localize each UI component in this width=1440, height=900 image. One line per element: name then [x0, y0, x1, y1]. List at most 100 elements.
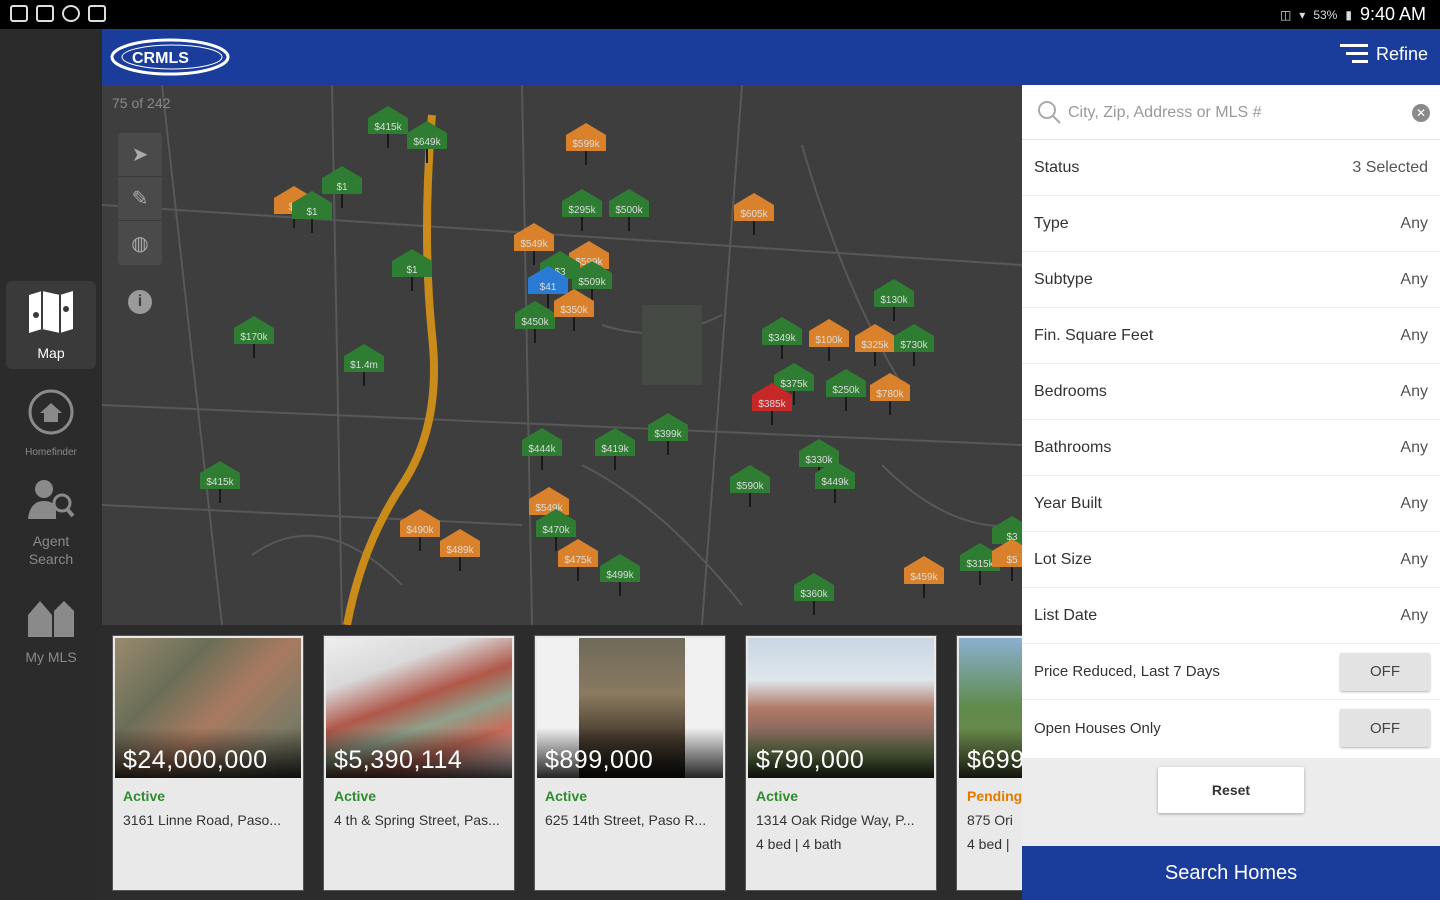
listing-status: Active — [756, 788, 799, 804]
nav-label-homefinder: Homefinder — [25, 447, 77, 458]
price-reduced-toggle[interactable]: OFF — [1340, 652, 1430, 691]
map-pin[interactable]: $5 — [992, 539, 1022, 581]
map-pin[interactable]: $500k — [609, 189, 649, 231]
map-icon — [29, 291, 73, 333]
filter-status[interactable]: Status 3 Selected — [1022, 140, 1440, 196]
filter-label: Lot Size — [1034, 550, 1092, 568]
map-pin[interactable]: $475k — [558, 539, 598, 581]
map-pin-label: $450k — [521, 317, 549, 328]
filter-value: 3 Selected — [1352, 158, 1428, 176]
map-pin[interactable]: $360k — [794, 573, 834, 615]
map-pin[interactable]: $590k — [730, 465, 770, 507]
listing-card[interactable]: $5,390,114 Active 4 th & Spring Street, … — [323, 635, 515, 891]
listing-status: Active — [123, 788, 166, 804]
listing-card[interactable]: $790,000 Active 1314 Oak Ridge Way, P...… — [745, 635, 937, 891]
filter-value: Any — [1400, 326, 1428, 344]
map-pin[interactable]: $499k — [600, 554, 640, 596]
map-pin[interactable]: $130k — [874, 279, 914, 321]
nav-label-my-mls: My MLS — [25, 649, 77, 665]
map-pin-label: $509k — [578, 277, 606, 288]
map-pin-label: $385k — [758, 399, 786, 410]
map-pin[interactable]: $1.4m — [344, 344, 384, 386]
map-pin[interactable]: $419k — [595, 428, 635, 470]
map-pin[interactable]: $449k — [815, 461, 855, 503]
clear-search-button[interactable]: ✕ — [1412, 104, 1430, 122]
filter-square-feet[interactable]: Fin. Square Feet Any — [1022, 308, 1440, 364]
listing-carousel[interactable]: $24,000,000 Active 3161 Linne Road, Paso… — [102, 625, 1022, 900]
nfc-icon: ◫ — [1279, 7, 1292, 22]
listing-card[interactable]: $24,000,000 Active 3161 Linne Road, Paso… — [112, 635, 304, 891]
filter-value: Any — [1400, 550, 1428, 568]
map-pin[interactable]: $649k — [407, 121, 447, 163]
map-pin[interactable]: $170k — [234, 316, 274, 358]
listing-price: $899,000 — [545, 746, 654, 774]
search-homes-button[interactable]: Search Homes — [1022, 846, 1440, 900]
map-layers-button[interactable]: ◍ — [118, 221, 162, 265]
reset-area: Reset — [1022, 758, 1440, 846]
filter-subtype[interactable]: Subtype Any — [1022, 252, 1440, 308]
nav-item-map[interactable]: Map — [6, 281, 96, 369]
map-pin-label: $1 — [306, 207, 318, 218]
nav-item-homefinder[interactable]: Homefinder — [6, 381, 96, 461]
system-status-bar: ◫ ▾ 53% ▮ 9:40 AM — [0, 0, 1440, 29]
filter-list-date[interactable]: List Date Any — [1022, 588, 1440, 644]
map-canvas[interactable]: $415k $599k $649k $1 $1 $1 $295k $500k $605k $549… — [102, 85, 1022, 625]
map-pin-label: $1 — [406, 265, 418, 276]
map-pin[interactable]: $399k — [648, 413, 688, 455]
listing-status: Active — [334, 788, 377, 804]
refine-button[interactable]: Refine — [1339, 43, 1428, 65]
map-pin-label: $605k — [740, 209, 768, 220]
battery-icon: ▮ — [1345, 7, 1352, 22]
map-pin[interactable]: $780k — [870, 373, 910, 415]
draw-button[interactable]: ✎ — [118, 177, 162, 221]
map-pin[interactable]: $730k — [894, 324, 934, 366]
filter-bedrooms[interactable]: Bedrooms Any — [1022, 364, 1440, 420]
listings-map[interactable]: $415k $599k $649k $1 $1 $1 $295k $500k $605k $549… — [102, 85, 1022, 625]
filter-bathrooms[interactable]: Bathrooms Any — [1022, 420, 1440, 476]
map-pin[interactable]: $325k — [855, 324, 895, 366]
map-pin[interactable]: $599k — [566, 123, 606, 165]
map-pin-label: $590k — [736, 481, 764, 492]
map-pin[interactable]: $605k — [734, 193, 774, 235]
map-pin[interactable]: $459k — [904, 556, 944, 598]
search-row: ✕ — [1022, 85, 1440, 140]
toggle-label: Price Reduced, Last 7 Days — [1034, 663, 1220, 680]
map-pin[interactable]: $415k — [368, 106, 408, 148]
listing-address: 625 14th Street, Paso R... — [545, 812, 707, 828]
locate-button[interactable]: ➤ — [118, 133, 162, 177]
map-pin-label: $170k — [240, 332, 268, 343]
nav-item-agent-search[interactable]: Agent Search — [6, 469, 96, 569]
filter-type[interactable]: Type Any — [1022, 196, 1440, 252]
map-pin[interactable]: $415k — [200, 461, 240, 503]
filter-year-built[interactable]: Year Built Any — [1022, 476, 1440, 532]
filter-lot-size[interactable]: Lot Size Any — [1022, 532, 1440, 588]
listing-address: 4 th & Spring Street, Pas... — [334, 812, 500, 828]
filter-label: Status — [1034, 158, 1080, 176]
listing-card[interactable]: $699 Pending 875 Ori 4 bed | — [956, 635, 1022, 891]
map-pin[interactable]: $100k — [809, 319, 849, 361]
my-mls-icon — [28, 601, 74, 637]
map-pin[interactable]: $349k — [762, 317, 802, 359]
map-pin[interactable]: $295k — [562, 189, 602, 231]
map-pin-label: $500k — [615, 205, 643, 216]
map-pin[interactable]: $250k — [826, 369, 866, 411]
filter-value: Any — [1400, 270, 1428, 288]
info-icon[interactable]: i — [128, 290, 152, 314]
filter-label: Type — [1034, 214, 1069, 232]
map-pin[interactable]: $490k — [400, 509, 440, 551]
nav-item-my-mls[interactable]: My MLS — [6, 585, 96, 665]
reset-button[interactable]: Reset — [1158, 767, 1304, 813]
map-pin-label: $444k — [528, 444, 556, 455]
location-search-input[interactable] — [1066, 99, 1396, 127]
listing-card[interactable]: $899,000 Active 625 14th Street, Paso R.… — [534, 635, 726, 891]
listing-photo: $5,390,114 — [326, 638, 512, 778]
map-pin-label: $1 — [336, 182, 348, 193]
open-houses-toggle[interactable]: OFF — [1340, 709, 1430, 747]
map-pin-label: $599k — [572, 139, 600, 150]
crmls-logo[interactable]: CRMLS — [110, 37, 232, 77]
map-pin-label: $41 — [540, 282, 557, 293]
map-pin[interactable]: $350k — [554, 289, 594, 331]
map-pin-label: $649k — [413, 137, 441, 148]
map-pin[interactable]: $489k — [440, 529, 480, 571]
navigation-arrow-icon: ➤ — [131, 144, 149, 166]
